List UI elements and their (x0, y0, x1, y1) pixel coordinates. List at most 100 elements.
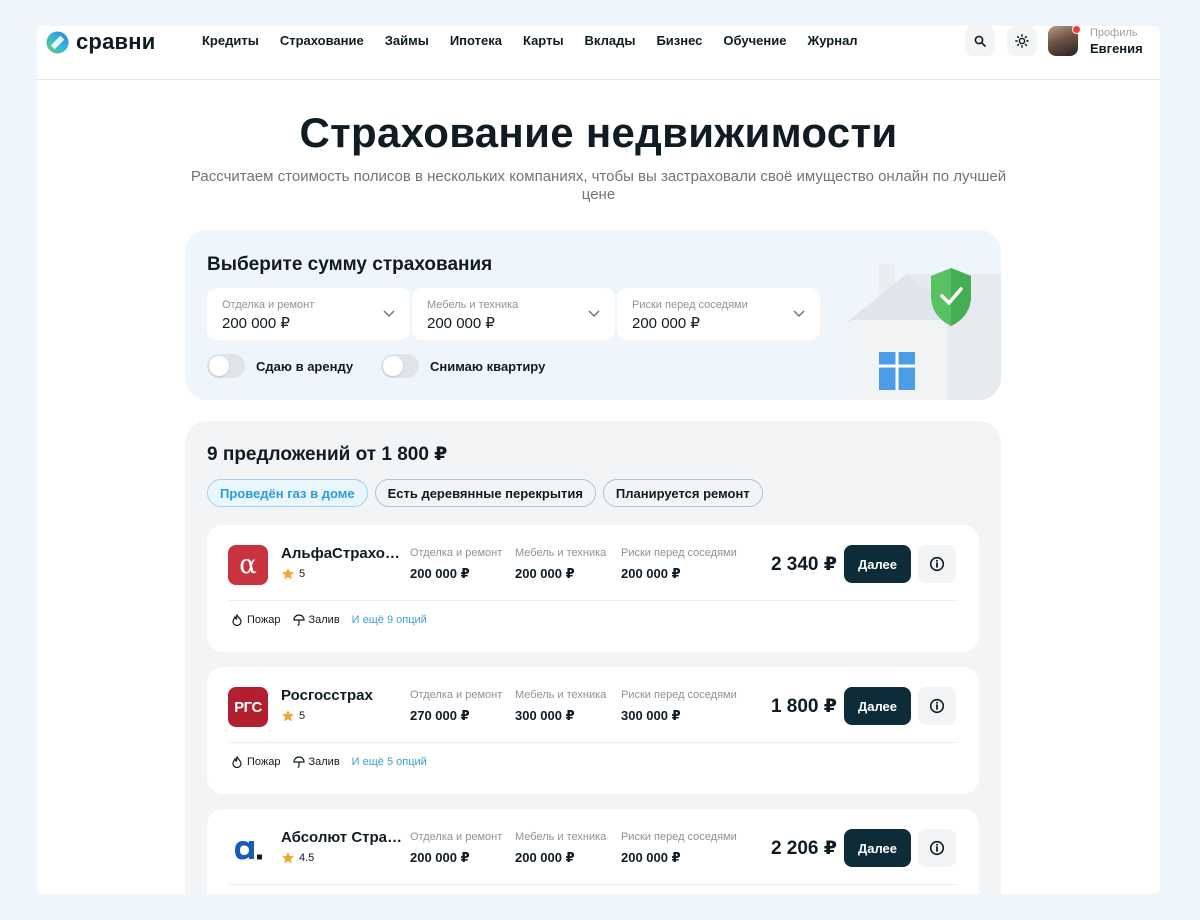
chip-gas[interactable]: Проведён газ в доме (207, 479, 368, 507)
select-renovation[interactable]: Отделка и ремонт 200 000 ₽ (207, 288, 410, 340)
browser-window: сравни Кредиты Страхование Займы Ипотека… (37, 26, 1160, 894)
rating-value: 5 (299, 710, 306, 722)
card-divider (228, 884, 958, 885)
next-button[interactable]: Далее (844, 687, 911, 725)
profile-link[interactable]: Профиль Евгения (1090, 26, 1143, 56)
option-label: Пожар (247, 756, 281, 768)
umbrella-icon (292, 614, 305, 626)
options-list: Пожар Залив И ещё 9 опций (231, 614, 427, 626)
insurer-name: Росгосстрах (281, 687, 373, 704)
option-label: Залив (308, 756, 340, 768)
nav-item-credits[interactable]: Кредиты (202, 33, 259, 48)
select-value: 200 000 ₽ (632, 315, 700, 332)
page-subtitle: Рассчитаем стоимость полисов в нескольки… (190, 168, 1007, 203)
nav-item-loans[interactable]: Займы (385, 33, 429, 48)
chevron-down-icon (588, 310, 600, 318)
next-button[interactable]: Далее (844, 545, 911, 583)
rgs-logo-text: РГС (234, 698, 262, 716)
coverage-neighbors: Риски перед соседями 200 000 ₽ (621, 547, 737, 582)
switch[interactable] (381, 354, 419, 378)
toggle-label: Сдаю в аренду (256, 358, 354, 374)
profile-name: Евгения (1090, 41, 1143, 56)
coverage-value: 200 000 ₽ (410, 850, 470, 865)
nav-item-cards[interactable]: Карты (523, 33, 564, 48)
chevron-down-icon (793, 310, 805, 318)
next-button[interactable]: Далее (844, 829, 911, 867)
insurer-rating: 5 (281, 709, 305, 723)
insurer-rating: 4.5 (281, 851, 314, 865)
coverage-furniture: Мебель и техника 200 000 ₽ (515, 831, 606, 866)
coverage-renovation: Отделка и ремонт 200 000 ₽ (410, 547, 502, 582)
star-icon (282, 568, 294, 580)
coverage-label: Мебель и техника (515, 547, 607, 559)
svg-text:α: α (239, 551, 257, 579)
option-flood: Залив (292, 756, 340, 768)
coverage-value: 200 000 ₽ (621, 566, 681, 581)
info-button[interactable] (918, 829, 956, 867)
calculator-title: Выберите сумму страхования (207, 254, 493, 275)
coverage-value: 270 000 ₽ (410, 708, 470, 723)
select-neighbor-risks[interactable]: Риски перед соседями 200 000 ₽ (617, 288, 820, 340)
toggle-label: Снимаю квартиру (430, 358, 546, 374)
offer-card: РГС Росгосстрах 5 Отделка и ремонт 270 0… (207, 667, 979, 794)
nav-item-journal[interactable]: Журнал (807, 33, 857, 48)
coverage-furniture: Мебель и техника 300 000 ₽ (515, 689, 606, 724)
select-label: Мебель и техника (427, 299, 519, 311)
sun-icon (1015, 34, 1029, 48)
info-icon (929, 840, 945, 856)
main-nav: Кредиты Страхование Займы Ипотека Карты … (202, 33, 879, 48)
chip-renovation-planned[interactable]: Планируется ремонт (602, 479, 763, 507)
coverage-label: Мебель и техника (515, 689, 607, 701)
theme-toggle-button[interactable] (1007, 26, 1037, 56)
nav-item-insurance[interactable]: Страхование (280, 33, 364, 48)
nav-item-deposits[interactable]: Вклады (585, 33, 636, 48)
coverage-value: 200 000 ₽ (410, 566, 470, 581)
offers-title: 9 предложений от 1 800 ₽ (207, 444, 448, 465)
card-divider (228, 600, 958, 601)
coverage-label: Риски перед соседями (621, 547, 737, 559)
more-options-link[interactable]: И ещё 9 опций (352, 614, 427, 626)
select-value: 200 000 ₽ (427, 315, 495, 332)
avatar[interactable] (1048, 26, 1081, 56)
nav-item-business[interactable]: Бизнес (656, 33, 702, 48)
nav-item-mortgage[interactable]: Ипотека (450, 33, 502, 48)
offer-card: Абсолют Страх... 4.5 Отделка и ремонт 20… (207, 809, 979, 894)
coverage-label: Риски перед соседями (621, 689, 737, 701)
logo[interactable]: сравни (46, 29, 155, 55)
insurer-name: АльфаСтрахова... (281, 545, 406, 562)
switch-knob (383, 356, 403, 376)
star-icon (282, 852, 294, 864)
coverage-label: Отделка и ремонт (410, 831, 503, 843)
option-fire: Пожар (231, 756, 281, 768)
select-furniture[interactable]: Мебель и техника 200 000 ₽ (412, 288, 615, 340)
option-label: Пожар (247, 614, 281, 626)
coverage-neighbors: Риски перед соседями 300 000 ₽ (621, 689, 737, 724)
alfa-logo: α (228, 545, 268, 585)
more-options-link[interactable]: И ещё 5 опций (352, 756, 427, 768)
nav-item-education[interactable]: Обучение (723, 33, 786, 48)
info-button[interactable] (918, 687, 956, 725)
info-icon (929, 698, 945, 714)
absolut-logo (228, 829, 268, 869)
star-icon (282, 710, 294, 722)
toggle-renting-flat[interactable]: Снимаю квартиру (381, 354, 545, 378)
switch-knob (209, 356, 229, 376)
coverage-label: Мебель и техника (515, 831, 607, 843)
search-icon (974, 35, 986, 47)
offer-card: α АльфаСтрахова... 5 Отделка и ремонт 20… (207, 525, 979, 652)
chip-wooden-floors[interactable]: Есть деревянные перекрытия (374, 479, 596, 507)
options-list: Пожар Залив И ещё 5 опций (231, 756, 427, 768)
coverage-renovation: Отделка и ремонт 200 000 ₽ (410, 831, 502, 866)
coverage-label: Отделка и ремонт (410, 689, 503, 701)
top-navigation: сравни Кредиты Страхование Займы Ипотека… (37, 26, 1160, 80)
coverage-renovation: Отделка и ремонт 270 000 ₽ (410, 689, 502, 724)
coverage-value: 300 000 ₽ (515, 708, 575, 723)
filter-chips: Проведён газ в доме Есть деревянные пере… (207, 479, 770, 507)
switch[interactable] (207, 354, 245, 378)
toggle-renting-out[interactable]: Сдаю в аренду (207, 354, 353, 378)
offer-price: 1 800 ₽ (770, 696, 837, 717)
chevron-down-icon (383, 310, 395, 318)
offer-price: 2 206 ₽ (770, 838, 837, 859)
info-button[interactable] (918, 545, 956, 583)
search-button[interactable] (965, 26, 995, 56)
